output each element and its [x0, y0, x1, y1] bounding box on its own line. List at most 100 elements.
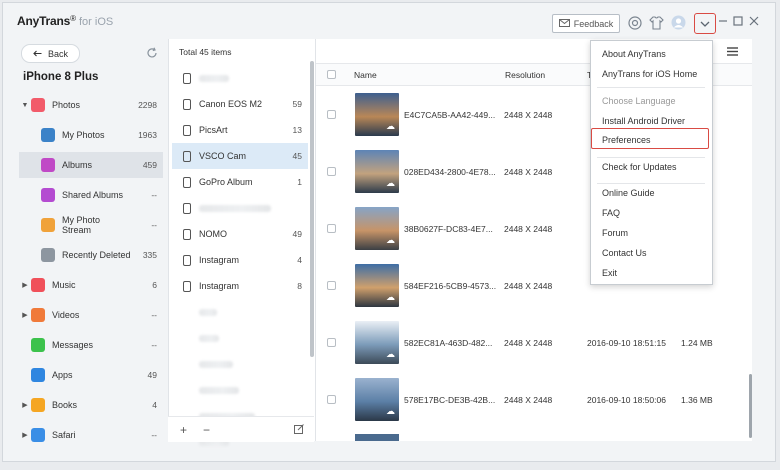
album-item[interactable]: [172, 325, 308, 351]
sidebar-item-music[interactable]: ▶ Music 6: [19, 272, 163, 298]
cloud-icon: ☁: [386, 406, 395, 416]
sidebar-item-shared-albums[interactable]: Shared Albums --: [19, 182, 163, 208]
sidebar-item-label: Photos: [52, 100, 81, 110]
photo-thumbnail[interactable]: [355, 434, 399, 441]
sidebar-item-label: Recently Deleted: [62, 250, 131, 260]
back-button[interactable]: Back: [21, 44, 80, 63]
sidebar: Back iPhone 8 Plus ▼ Photos 2298 My Photos 1…: [3, 39, 165, 461]
books-icon: [31, 398, 45, 412]
album-item[interactable]: GoPro Album 1: [172, 169, 308, 195]
menu-item-forum[interactable]: Forum: [602, 228, 628, 238]
shirt-icon[interactable]: [649, 15, 664, 30]
help-icon[interactable]: [627, 15, 642, 30]
feedback-button[interactable]: Feedback: [552, 14, 620, 33]
sidebar-item-videos[interactable]: ▶ Videos --: [19, 302, 163, 328]
cloud-icon: ☁: [386, 349, 395, 359]
table-row[interactable]: ☁ 582EC81A-463D-482... 2448 X 2448 2016-09-…: [316, 314, 752, 371]
album-name: Canon EOS M2: [199, 99, 263, 109]
photo-thumbnail[interactable]: ☁: [355, 321, 399, 364]
sidebar-item-label: My Photo Stream: [62, 215, 101, 235]
row-checkbox[interactable]: [327, 281, 336, 290]
sidebar-item-safari[interactable]: ▶ Safari --: [19, 422, 163, 448]
blurred-album-name: [199, 204, 271, 212]
album-footer: + −: [168, 416, 314, 442]
remove-album-icon[interactable]: −: [203, 423, 210, 437]
list-view-icon[interactable]: [721, 43, 743, 59]
back-label: Back: [47, 48, 68, 59]
menu-separator: [597, 157, 705, 158]
expand-arrow-icon[interactable]: ▶: [19, 401, 31, 409]
maximize-icon[interactable]: [732, 15, 744, 27]
album-item[interactable]: [172, 351, 308, 377]
cell-size: 1.24 MB: [681, 338, 713, 348]
sidebar-item-count: 49: [147, 370, 157, 380]
expand-arrow-icon[interactable]: ▼: [19, 102, 31, 109]
album-item[interactable]: [172, 299, 308, 325]
account-avatar-icon[interactable]: [671, 15, 686, 30]
menu-item-online-guide[interactable]: Online Guide: [602, 188, 655, 198]
sidebar-item-albums[interactable]: Albums 459: [19, 152, 163, 178]
close-icon[interactable]: [748, 15, 760, 27]
select-all-checkbox[interactable]: [327, 70, 336, 79]
expand-arrow-icon[interactable]: ▶: [19, 281, 31, 289]
album-item[interactable]: NOMO 49: [172, 221, 308, 247]
phone-icon: [183, 72, 191, 84]
album-item[interactable]: PicsArt 13: [172, 117, 308, 143]
menu-item-choose-language[interactable]: Choose Language: [602, 96, 676, 106]
menu-item-anytrans-for-ios-home[interactable]: AnyTrans for iOS Home: [602, 69, 697, 79]
refresh-icon[interactable]: [145, 46, 159, 60]
sidebar-item-my-photos[interactable]: My Photos 1963: [19, 122, 163, 148]
album-item[interactable]: [172, 65, 308, 91]
sidebar-item-photos[interactable]: ▼ Photos 2298: [19, 92, 163, 118]
album-item[interactable]: [172, 195, 308, 221]
app-window: AnyTrans® for iOS Feedback Back iPhone 8…: [2, 2, 776, 462]
minimize-icon[interactable]: [717, 15, 729, 27]
photo-thumbnail[interactable]: ☁: [355, 378, 399, 421]
album-item[interactable]: Instagram 4: [172, 247, 308, 273]
photo-thumbnail[interactable]: ☁: [355, 264, 399, 307]
album-item[interactable]: [172, 377, 308, 403]
cell-date: 2016-09-10 18:51:15: [587, 338, 666, 348]
expand-arrow-icon[interactable]: ▶: [19, 311, 31, 319]
album-scrollbar[interactable]: [310, 61, 314, 357]
album-item[interactable]: Instagram 8: [172, 273, 308, 299]
table-row[interactable]: ☁ 578E17BC-DE3B-42B... 2448 X 2448 2016-09-…: [316, 371, 752, 428]
menu-item-exit[interactable]: Exit: [602, 268, 617, 278]
menu-item-faq[interactable]: FAQ: [602, 208, 620, 218]
row-checkbox[interactable]: [327, 338, 336, 347]
table-scrollbar[interactable]: [749, 374, 752, 438]
photo-thumbnail[interactable]: ☁: [355, 93, 399, 136]
blurred-album-name: [199, 360, 233, 368]
edit-album-icon[interactable]: [294, 423, 304, 437]
sidebar-item-recently-deleted[interactable]: Recently Deleted 335: [19, 242, 163, 268]
expand-arrow-icon[interactable]: ▶: [19, 431, 31, 439]
sidebar-item-label: Messages: [52, 340, 94, 350]
row-checkbox[interactable]: [327, 395, 336, 404]
album-count: 13: [292, 125, 302, 135]
photo-thumbnail[interactable]: ☁: [355, 150, 399, 193]
add-album-icon[interactable]: +: [180, 423, 187, 437]
sidebar-item-my-photo-stream[interactable]: My Photo Stream --: [19, 212, 163, 238]
menu-toggle-button[interactable]: [694, 13, 716, 34]
album-item[interactable]: Canon EOS M2 59: [172, 91, 308, 117]
column-resolution-header[interactable]: Resolution: [505, 70, 545, 80]
row-checkbox[interactable]: [327, 110, 336, 119]
sidebar-item-count: 335: [142, 250, 157, 260]
mail-icon: [558, 18, 570, 29]
column-name-header[interactable]: Name: [354, 70, 377, 80]
row-checkbox[interactable]: [327, 167, 336, 176]
sidebar-item-books[interactable]: ▶ Books 4: [19, 392, 163, 418]
album-item[interactable]: VSCO Cam 45: [172, 143, 308, 169]
menu-item-about-anytrans[interactable]: About AnyTrans: [602, 49, 666, 59]
sidebar-item-apps[interactable]: Apps 49: [19, 362, 163, 388]
row-checkbox[interactable]: [327, 224, 336, 233]
cell-date: 2016-09-10 18:50:06: [587, 395, 666, 405]
menu-separator: [597, 87, 705, 88]
menu-item-install-android-driver[interactable]: Install Android Driver: [602, 116, 685, 126]
menu-item-contact-us[interactable]: Contact Us: [602, 248, 647, 258]
menu-item-check-for-updates[interactable]: Check for Updates: [602, 162, 677, 172]
sidebar-item-messages[interactable]: Messages --: [19, 332, 163, 358]
cloud-icon: ☁: [386, 121, 395, 131]
photo-thumbnail[interactable]: ☁: [355, 207, 399, 250]
album-name: PicsArt: [199, 125, 228, 135]
